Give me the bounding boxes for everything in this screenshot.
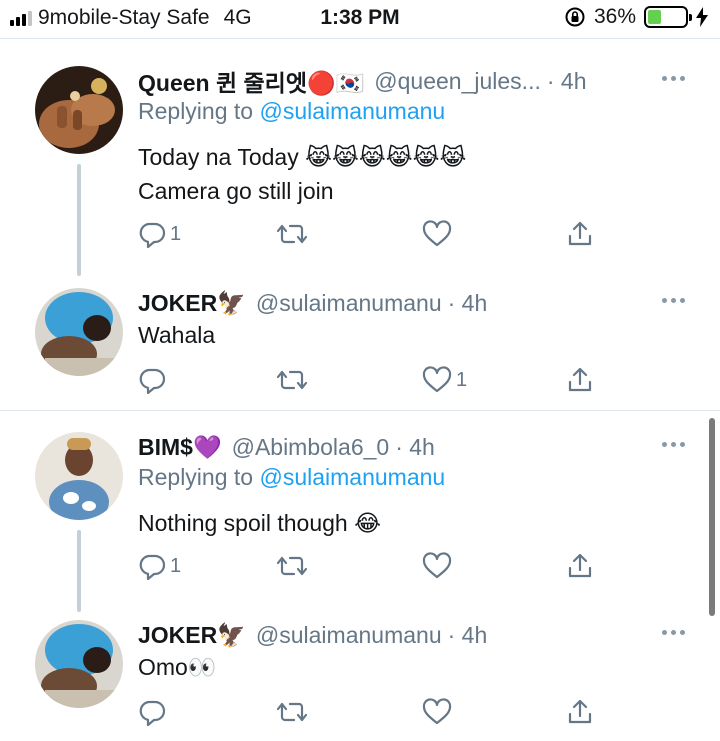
tweet-header: JOKER🦅 @sulaimanumanu · 4h — [138, 288, 690, 318]
avatar[interactable] — [35, 432, 123, 520]
retweet-icon — [276, 552, 308, 580]
top-divider — [0, 38, 720, 39]
tweet-header: Queen 퀸 줄리엣🔴🇰🇷 @queen_jules... · 4h — [138, 64, 690, 98]
username[interactable]: @sulaimanumanu — [256, 290, 442, 317]
battery-percent: 36% — [593, 5, 636, 28]
like-button[interactable] — [422, 698, 456, 726]
tweet-text: Nothing spoil though 😂 — [138, 506, 381, 540]
timestamp: · 4h — [395, 433, 435, 460]
retweet-icon — [276, 366, 308, 394]
tweet-text-line: Today na Today 😹😹😹😹😹😹 — [138, 144, 467, 170]
tweet-text-line: Camera go still join — [138, 178, 334, 204]
battery-icon — [644, 6, 692, 28]
reply-icon — [138, 552, 166, 580]
more-options-icon[interactable] — [662, 630, 685, 635]
more-options-icon[interactable] — [662, 76, 685, 81]
thread-line — [77, 530, 81, 612]
tweet-actions: 1 — [138, 366, 608, 398]
battery-level — [648, 10, 661, 24]
tweet-text-line: Nothing spoil though 😂 — [138, 510, 381, 536]
replying-to-label: Replying to — [138, 464, 254, 490]
timestamp: · 4h — [447, 621, 488, 648]
avatar[interactable] — [35, 620, 123, 708]
tweet[interactable]: BIM$💜 @Abimbola6_0 · 4h Replying to @sul… — [0, 432, 720, 612]
share-icon — [566, 220, 594, 248]
retweet-button[interactable] — [276, 220, 312, 248]
reply-count: 1 — [170, 554, 182, 577]
tweet[interactable]: JOKER🦅 @sulaimanumanu · 4h Wahala 1 — [0, 288, 720, 408]
tweet[interactable]: Queen 퀸 줄리엣🔴🇰🇷 @queen_jules... · 4h Repl… — [0, 66, 720, 276]
share-icon — [566, 552, 594, 580]
replying-to-label: Replying to — [138, 98, 254, 124]
reply-icon — [138, 220, 166, 248]
reply-context: Replying to @sulaimanumanu — [138, 464, 445, 491]
timestamp: · 4h — [546, 67, 587, 94]
scrollbar[interactable] — [709, 418, 715, 616]
like-button[interactable]: 1 — [422, 366, 467, 394]
share-icon — [566, 698, 594, 726]
retweet-icon — [276, 220, 308, 248]
tweet-actions: 1 — [138, 552, 608, 584]
display-name[interactable]: JOKER🦅 — [138, 290, 246, 317]
reply-icon — [138, 366, 166, 394]
mention-link[interactable]: @sulaimanumanu — [259, 98, 445, 124]
like-count: 1 — [456, 368, 468, 391]
tweet-header: BIM$💜 @Abimbola6_0 · 4h — [138, 432, 690, 462]
mention-link[interactable]: @sulaimanumanu — [259, 464, 445, 490]
like-icon — [422, 698, 452, 726]
more-options-icon[interactable] — [662, 442, 685, 447]
retweet-button[interactable] — [276, 366, 312, 394]
display-name[interactable]: BIM$💜 — [138, 434, 222, 461]
reply-button[interactable] — [138, 698, 170, 726]
like-button[interactable] — [422, 220, 456, 248]
share-icon — [566, 366, 594, 394]
status-bar: 9mobile-Stay Safe 4G 1:38 PM 36% — [0, 0, 720, 38]
tweet-actions — [138, 698, 608, 730]
reply-icon — [138, 698, 166, 726]
display-name[interactable]: JOKER🦅 — [138, 622, 246, 649]
status-right: 36% — [564, 5, 708, 29]
display-name[interactable]: Queen 퀸 줄리엣🔴🇰🇷 — [138, 64, 364, 98]
share-button[interactable] — [566, 366, 594, 394]
timestamp: · 4h — [447, 289, 488, 316]
tweet-text-line: Wahala — [138, 322, 216, 348]
like-icon — [422, 366, 452, 394]
retweet-button[interactable] — [276, 698, 312, 726]
share-button[interactable] — [566, 220, 594, 248]
share-button[interactable] — [566, 552, 594, 580]
reply-button[interactable]: 1 — [138, 220, 181, 248]
reply-count: 1 — [170, 222, 182, 245]
tweet-text-line: Omo👀 — [138, 654, 217, 680]
username[interactable]: @queen_jules... — [374, 68, 541, 95]
charging-bolt-icon — [696, 7, 708, 27]
reply-context: Replying to @sulaimanumanu — [138, 98, 445, 125]
like-icon — [422, 552, 452, 580]
tweet[interactable]: JOKER🦅 @sulaimanumanu · 4h Omo👀 — [0, 620, 720, 741]
username[interactable]: @sulaimanumanu — [256, 622, 442, 649]
tweet-text: Today na Today 😹😹😹😹😹😹 Camera go still jo… — [138, 140, 466, 208]
tweet-actions: 1 — [138, 220, 608, 252]
reply-button[interactable] — [138, 366, 170, 394]
reply-button[interactable]: 1 — [138, 552, 181, 580]
like-button[interactable] — [422, 552, 456, 580]
username[interactable]: @Abimbola6_0 — [232, 434, 390, 461]
more-options-icon[interactable] — [662, 298, 685, 303]
tweet-text: Wahala — [138, 318, 215, 352]
like-icon — [422, 220, 452, 248]
retweet-button[interactable] — [276, 552, 312, 580]
share-button[interactable] — [566, 698, 594, 726]
thread-line — [77, 164, 81, 276]
avatar[interactable] — [35, 288, 123, 376]
orientation-lock-icon — [565, 7, 585, 27]
conversation-divider — [0, 410, 720, 411]
tweet-text: Omo👀 — [138, 650, 216, 684]
retweet-icon — [276, 698, 308, 726]
tweet-header: JOKER🦅 @sulaimanumanu · 4h — [138, 620, 690, 650]
avatar[interactable] — [35, 66, 123, 154]
